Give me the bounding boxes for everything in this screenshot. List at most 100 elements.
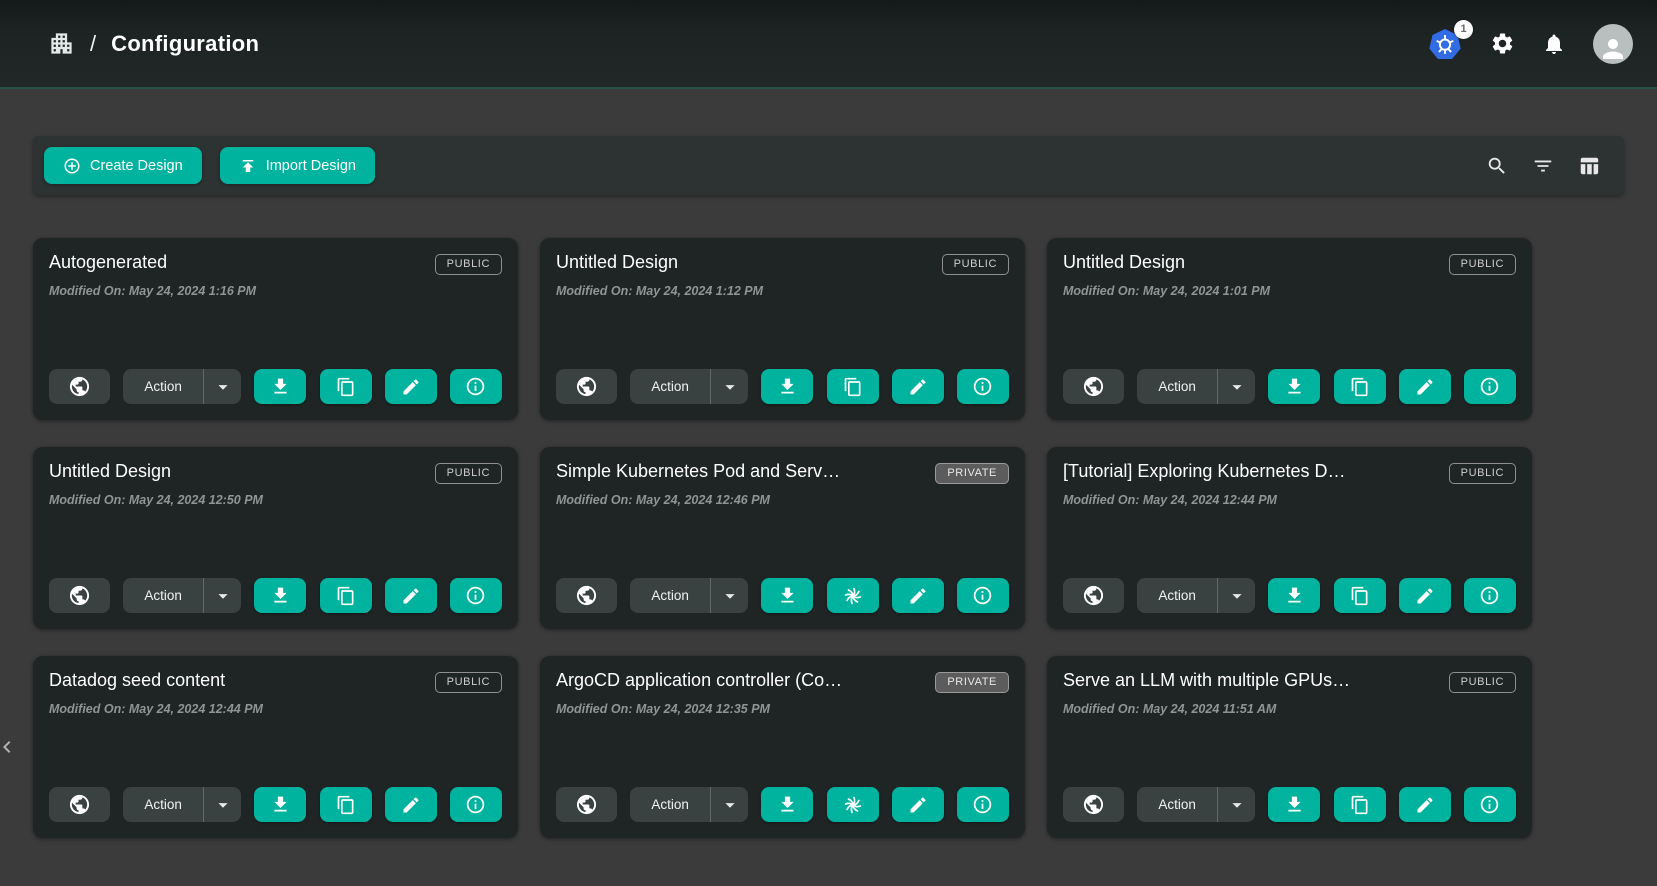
filter-icon[interactable] — [1532, 155, 1554, 177]
action-dropdown-caret-icon[interactable] — [710, 369, 748, 404]
action-dropdown-caret-icon[interactable] — [1217, 578, 1255, 613]
action-button[interactable]: Action — [123, 787, 203, 822]
visibility-badge: PRIVATE — [935, 672, 1009, 693]
edit-design-button[interactable] — [385, 369, 437, 404]
card-action-row: Action — [556, 787, 1009, 822]
info-design-button[interactable] — [450, 369, 502, 404]
edit-design-button[interactable] — [1399, 369, 1451, 404]
action-button[interactable]: Action — [1137, 369, 1217, 404]
clone-design-button[interactable] — [1334, 578, 1386, 613]
edit-design-button[interactable] — [892, 578, 944, 613]
action-dropdown-caret-icon[interactable] — [203, 578, 241, 613]
publish-globe-button[interactable] — [556, 369, 617, 404]
clone-design-button[interactable] — [320, 578, 372, 613]
info-icon — [465, 794, 486, 815]
page-title: Configuration — [111, 31, 259, 57]
info-design-button[interactable] — [957, 578, 1009, 613]
edit-design-button[interactable] — [1399, 787, 1451, 822]
publish-globe-button[interactable] — [49, 787, 110, 822]
download-design-button[interactable] — [254, 369, 306, 404]
organization-building-icon[interactable] — [48, 30, 75, 57]
action-button[interactable]: Action — [123, 578, 203, 613]
publish-globe-button[interactable] — [49, 578, 110, 613]
download-design-button[interactable] — [1268, 369, 1320, 404]
design-card: Untitled Design PUBLIC Modified On: May … — [540, 238, 1025, 420]
edit-design-button[interactable] — [385, 787, 437, 822]
info-design-button[interactable] — [1464, 369, 1516, 404]
card-header: Untitled Design PUBLIC — [49, 461, 502, 484]
info-design-button[interactable] — [957, 787, 1009, 822]
action-button[interactable]: Action — [630, 369, 710, 404]
action-dropdown-caret-icon[interactable] — [710, 787, 748, 822]
action-split-button: Action — [630, 369, 748, 404]
info-icon — [465, 585, 486, 606]
action-dropdown-caret-icon[interactable] — [710, 578, 748, 613]
download-design-button[interactable] — [1268, 578, 1320, 613]
copy-icon — [1350, 586, 1370, 606]
action-split-button: Action — [123, 369, 241, 404]
action-button[interactable]: Action — [1137, 578, 1217, 613]
edit-design-button[interactable] — [385, 578, 437, 613]
action-split-button: Action — [1137, 578, 1255, 613]
edit-design-button[interactable] — [1399, 578, 1451, 613]
download-design-button[interactable] — [761, 787, 813, 822]
clone-design-button[interactable] — [320, 369, 372, 404]
card-action-row: Action — [49, 787, 502, 822]
clone-design-button[interactable] — [1334, 787, 1386, 822]
card-header: Untitled Design PUBLIC — [556, 252, 1009, 275]
publish-globe-button[interactable] — [49, 369, 110, 404]
action-dropdown-caret-icon[interactable] — [203, 787, 241, 822]
breadcrumb: / Configuration — [48, 30, 259, 57]
create-design-button[interactable]: Create Design — [44, 147, 202, 184]
design-title: Untitled Design — [556, 252, 678, 273]
info-icon — [972, 376, 993, 397]
download-icon — [777, 794, 798, 815]
open-in-visualizer-button[interactable] — [827, 578, 879, 613]
user-avatar-icon[interactable] — [1593, 24, 1633, 64]
publish-globe-button[interactable] — [1063, 578, 1124, 613]
publish-globe-button[interactable] — [556, 578, 617, 613]
spiral-pinwheel-icon — [841, 584, 865, 608]
action-dropdown-caret-icon[interactable] — [1217, 787, 1255, 822]
open-in-visualizer-button[interactable] — [827, 787, 879, 822]
download-design-button[interactable] — [761, 369, 813, 404]
card-action-row: Action — [556, 578, 1009, 613]
card-action-row: Action — [1063, 787, 1516, 822]
info-design-button[interactable] — [450, 578, 502, 613]
action-button[interactable]: Action — [123, 369, 203, 404]
globe-icon — [1082, 584, 1105, 607]
clone-design-button[interactable] — [827, 369, 879, 404]
sidebar-collapse-chevron[interactable] — [0, 735, 19, 759]
action-button[interactable]: Action — [630, 787, 710, 822]
table-view-icon[interactable] — [1578, 155, 1600, 177]
design-title: Untitled Design — [1063, 252, 1185, 273]
info-design-button[interactable] — [957, 369, 1009, 404]
pencil-icon — [1415, 377, 1435, 397]
action-split-button: Action — [1137, 369, 1255, 404]
search-icon[interactable] — [1486, 155, 1508, 177]
notifications-bell-icon[interactable] — [1542, 32, 1566, 56]
action-dropdown-caret-icon[interactable] — [203, 369, 241, 404]
info-design-button[interactable] — [1464, 787, 1516, 822]
download-design-button[interactable] — [1268, 787, 1320, 822]
info-design-button[interactable] — [450, 787, 502, 822]
publish-globe-button[interactable] — [1063, 369, 1124, 404]
kubernetes-context-button[interactable]: 1 — [1429, 28, 1463, 60]
import-design-button[interactable]: Import Design — [220, 147, 375, 184]
settings-gear-icon[interactable] — [1490, 31, 1515, 56]
card-action-row: Action — [1063, 369, 1516, 404]
download-design-button[interactable] — [761, 578, 813, 613]
info-icon — [1479, 376, 1500, 397]
publish-globe-button[interactable] — [1063, 787, 1124, 822]
clone-design-button[interactable] — [320, 787, 372, 822]
action-dropdown-caret-icon[interactable] — [1217, 369, 1255, 404]
info-design-button[interactable] — [1464, 578, 1516, 613]
action-button[interactable]: Action — [630, 578, 710, 613]
download-design-button[interactable] — [254, 787, 306, 822]
clone-design-button[interactable] — [1334, 369, 1386, 404]
edit-design-button[interactable] — [892, 369, 944, 404]
action-button[interactable]: Action — [1137, 787, 1217, 822]
publish-globe-button[interactable] — [556, 787, 617, 822]
edit-design-button[interactable] — [892, 787, 944, 822]
download-design-button[interactable] — [254, 578, 306, 613]
